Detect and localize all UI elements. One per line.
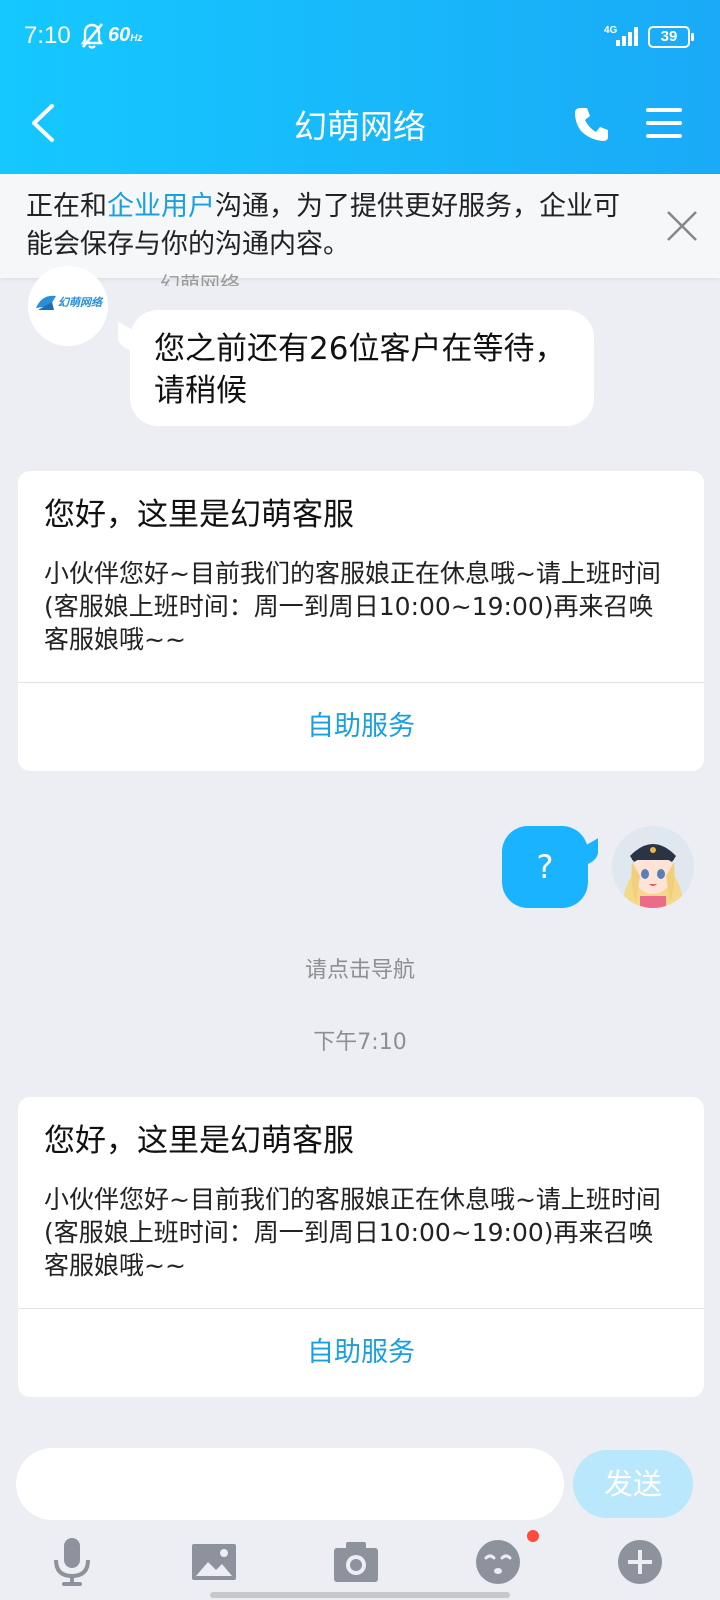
auto-reply-card: 您好，这里是幻萌客服 小伙伴您好~目前我们的客服娘正在休息哦~请上班时间(客服娘… <box>18 471 704 771</box>
status-time: 7:10 <box>24 22 71 49</box>
message-input[interactable] <box>16 1448 564 1520</box>
phone-icon[interactable] <box>572 104 612 144</box>
notice-text: 正在和企业用户沟通，为了提供更好服务，企业可能会保存与你的沟通内容。 <box>26 191 620 260</box>
status-bar: 7:10 60Hz 4G 39 <box>0 0 720 76</box>
self-service-button[interactable]: 自助服务 <box>18 1309 704 1397</box>
notification-badge <box>527 1530 539 1542</box>
company-avatar[interactable]: 幻萌网络 <box>28 266 108 346</box>
camera-icon[interactable] <box>332 1538 380 1586</box>
send-button[interactable]: 发送 <box>573 1450 693 1518</box>
user-message-bubble: ? <box>502 826 588 908</box>
queue-message-text: 您之前还有26位客户在等待，请稍候 <box>154 331 566 409</box>
enterprise-user-link[interactable]: 企业用户 <box>107 191 215 222</box>
card-title: 您好，这里是幻萌客服 <box>44 1123 354 1159</box>
close-icon[interactable] <box>664 208 700 244</box>
svg-text:幻萌网络: 幻萌网络 <box>58 296 104 309</box>
signal-icon: 4G <box>604 25 638 46</box>
card-title: 您好，这里是幻萌客服 <box>44 497 354 533</box>
app-header: 7:10 60Hz 4G 39 幻萌网络 <box>0 0 720 174</box>
microphone-icon[interactable] <box>48 1538 96 1586</box>
queue-message-bubble: 您之前还有26位客户在等待，请稍候 <box>130 310 594 426</box>
image-icon[interactable] <box>190 1538 238 1586</box>
battery-indicator: 39 <box>648 26 694 48</box>
card-body: 小伙伴您好~目前我们的客服娘正在休息哦~请上班时间(客服娘上班时间：周一到周日1… <box>44 559 661 654</box>
self-service-button[interactable]: 自助服务 <box>18 683 704 771</box>
plus-icon[interactable] <box>616 1538 664 1586</box>
privacy-notice: 正在和企业用户沟通，为了提供更好服务，企业可能会保存与你的沟通内容。 <box>0 174 720 278</box>
timestamp: 下午7:10 <box>313 1030 407 1055</box>
refresh-rate: 60Hz <box>108 24 143 46</box>
user-message-text: ? <box>536 848 554 886</box>
silent-bell-icon <box>80 23 104 49</box>
page-title: 幻萌网络 <box>294 108 426 145</box>
emoji-icon[interactable] <box>474 1538 522 1586</box>
card-body: 小伙伴您好~目前我们的客服娘正在休息哦~请上班时间(客服娘上班时间：周一到周日1… <box>44 1185 661 1280</box>
user-avatar[interactable] <box>612 826 694 908</box>
input-toolbar <box>0 1532 720 1600</box>
sender-name: 幻萌网络 <box>160 272 240 286</box>
auto-reply-card: 您好，这里是幻萌客服 小伙伴您好~目前我们的客服娘正在休息哦~请上班时间(客服娘… <box>18 1097 704 1397</box>
menu-icon[interactable] <box>646 106 682 140</box>
home-indicator[interactable] <box>210 1592 510 1598</box>
svg-text:4G: 4G <box>604 25 618 36</box>
anime-avatar-icon <box>612 826 694 908</box>
company-logo-icon: 幻萌网络 <box>36 295 104 310</box>
system-hint: 请点击导航 <box>304 958 415 983</box>
